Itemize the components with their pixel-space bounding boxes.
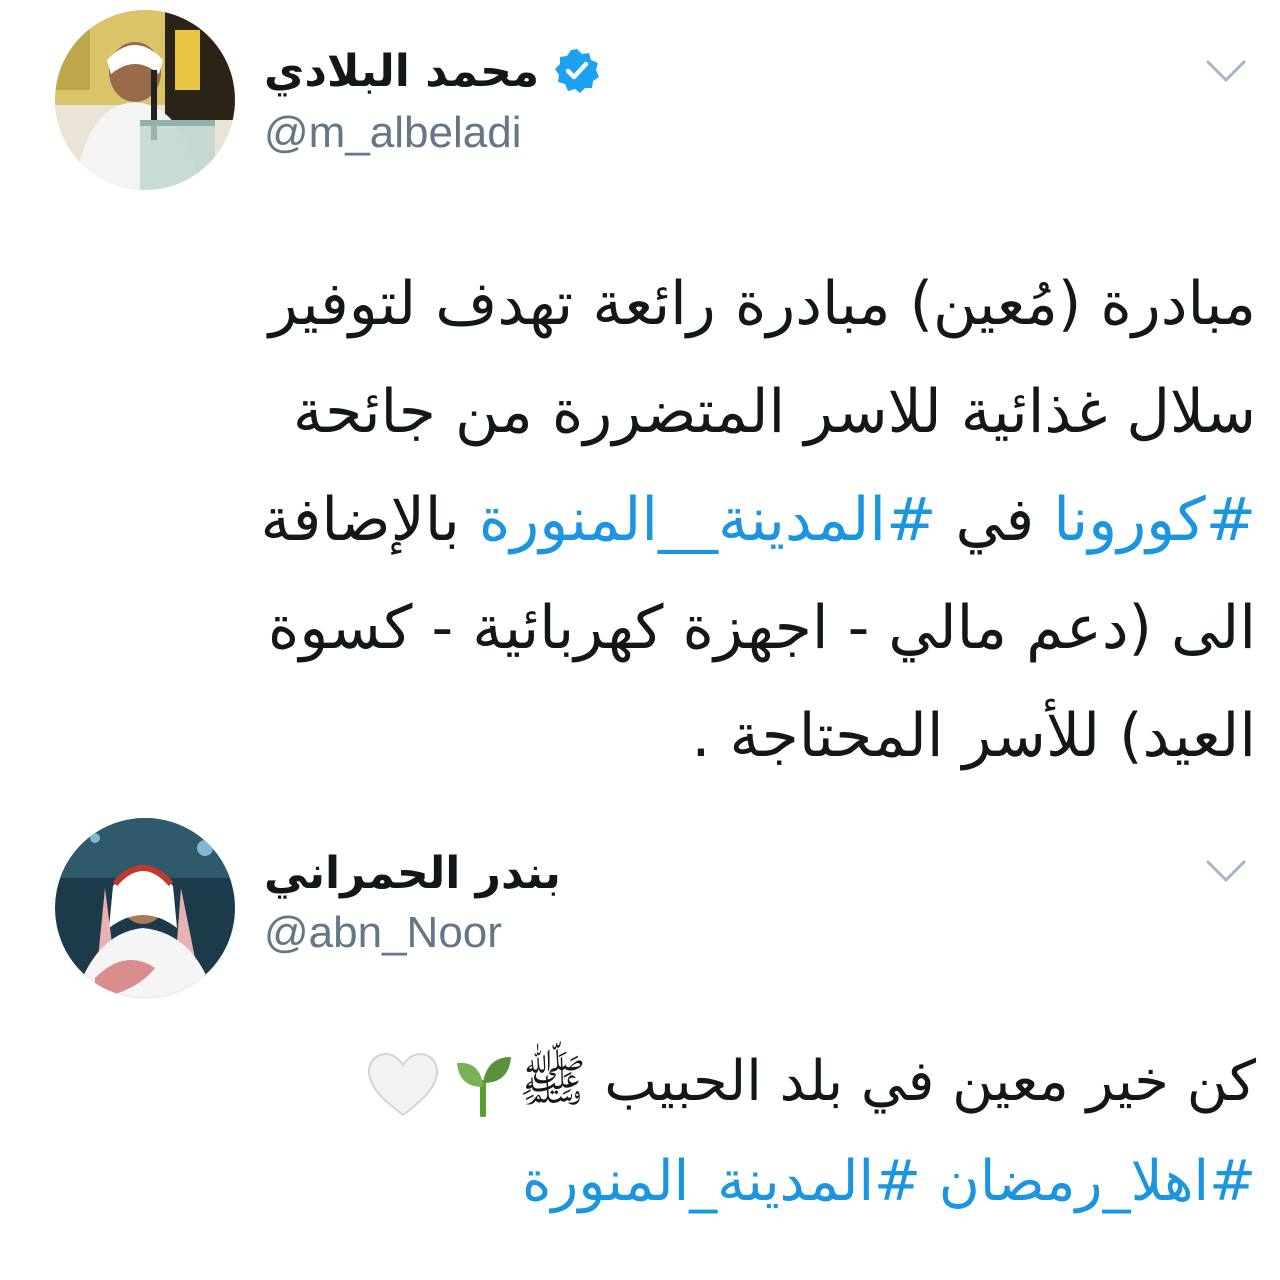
verified-badge-icon [555,49,600,93]
avatar[interactable] [55,10,235,190]
avatar-photo [55,10,235,190]
tweet-text-word: بالإضافة [260,485,460,555]
author-name-row: بندر الحمراني [264,838,561,908]
author-handle[interactable]: @m_albeladi [264,108,521,158]
author-name-row: محمد البلادي [264,36,601,106]
tweet-card: بندر الحمراني @abn_Noor كن خير معين في ب… [0,800,1280,1280]
hashtag-link[interactable]: #المدينة_المنورة [522,1149,921,1214]
hashtag-link[interactable]: #كورونا [1053,485,1256,555]
chevron-down-icon[interactable] [1204,56,1248,86]
chevron-down-icon[interactable] [1204,856,1248,886]
display-name[interactable]: محمد البلادي [264,46,539,97]
tweet-text-line: #كورونا في #المدينة__المنورة بالإضافة [136,466,1256,574]
seedling-emoji-icon [456,1056,511,1117]
white-heart-emoji-icon [367,1052,438,1117]
avatar[interactable] [55,818,235,998]
tweet-text: مبادرة (مُعين) مبادرة رائعة تهدف لتوفير … [136,250,1256,790]
author-handle[interactable]: @abn_Noor [264,908,502,958]
tweet-text-line: سلال غذائية للاسر المتضررة من جائحة [292,377,1256,447]
tweet-card: محمد البلادي @m_albeladi مبادرة (مُعين) … [0,0,1280,800]
tweet-text-line: كن خير معين في بلد الحبيب ﷺ [26,1032,1256,1132]
tweet-text-line: الى (دعم مالي - اجهزة كهربائية - كسوة [267,593,1256,663]
hashtag-link[interactable]: #اهلا_رمضان [939,1149,1256,1214]
tweet-text: كن خير معين في بلد الحبيب ﷺ #اهلا_رمضان … [26,1032,1256,1232]
tweet-text-word: كن خير معين في بلد الحبيب ﷺ [518,1049,1256,1114]
display-name[interactable]: بندر الحمراني [264,848,561,899]
tweet-text-line: #اهلا_رمضان #المدينة_المنورة [26,1132,1256,1232]
tweet-text-line: العيد) للأسر المحتاجة . [691,701,1256,771]
tweet-text-word: في [955,485,1035,555]
avatar-photo [55,818,235,998]
tweet-text-line: مبادرة (مُعين) مبادرة رائعة تهدف لتوفير [268,269,1256,339]
hashtag-link[interactable]: #المدينة__المنورة [479,485,937,555]
